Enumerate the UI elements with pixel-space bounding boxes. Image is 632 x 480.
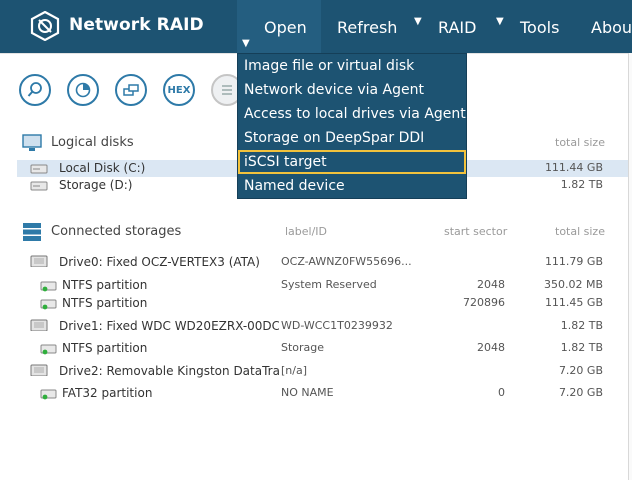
partition-row[interactable]: NTFS partition System Reserved 2048 350.02 … — [17, 277, 629, 294]
hex-button[interactable]: HEX — [163, 74, 195, 106]
hard-drive-icon — [30, 255, 48, 267]
col-label-id: label/ID — [285, 225, 328, 238]
start-sector: 2048 — [477, 278, 505, 291]
drive-row[interactable]: Drive1: Fixed WDC WD20EZRX-00DC... WD-WCC… — [17, 318, 629, 335]
dropdown-item-named-device[interactable]: Named device — [238, 174, 466, 198]
label-id: WD-WCC1T0239932 — [281, 319, 393, 332]
label-id: OCZ-AWNZ0FW55696... — [281, 255, 412, 268]
col-total-size: total size — [555, 136, 605, 149]
dropdown-item-image-file[interactable]: Image file or virtual disk — [238, 54, 466, 78]
hard-disk-icon — [30, 164, 48, 174]
caret-down-icon[interactable]: ▼ — [414, 16, 422, 27]
disk-name: Local Disk (C:) — [59, 161, 146, 175]
drive-name: Drive2: Removable Kingston DataTrav... — [59, 364, 279, 378]
start-sector: 0 — [498, 386, 505, 399]
connected-storages-header: Connected storages label/ID start sector… — [0, 220, 632, 244]
disk-scan-button[interactable] — [67, 74, 99, 106]
search-button[interactable] — [19, 74, 51, 106]
label-id: NO NAME — [281, 386, 334, 399]
dropdown-item-deepspar[interactable]: Storage on DeepSpar DDI — [238, 126, 466, 150]
col-total-size: total size — [555, 225, 605, 238]
hard-drive-icon — [30, 364, 48, 376]
network-raid-logo-icon — [30, 11, 60, 41]
menu-open-label: Open — [264, 18, 307, 37]
monitor-icon — [22, 134, 42, 151]
menu-raid[interactable]: RAID — [438, 0, 488, 53]
menu-refresh-label: Refresh — [337, 18, 398, 37]
list-icon — [222, 85, 232, 95]
total-size: 350.02 MB — [543, 278, 603, 291]
menu-about[interactable]: About — [591, 0, 632, 53]
partition-name: NTFS partition — [62, 341, 148, 355]
total-size: 1.82 TB — [560, 341, 603, 354]
drive-name: Drive0: Fixed OCZ-VERTEX3 (ATA) — [59, 255, 260, 269]
open-dropdown-menu: Image file or virtual disk Network devic… — [237, 53, 467, 199]
partition-icon — [40, 299, 57, 310]
drive-row[interactable]: Drive2: Removable Kingston DataTrav... [n… — [17, 363, 629, 380]
label-id: Storage — [281, 341, 325, 354]
partition-icon — [40, 344, 57, 355]
menu-about-label: About — [591, 18, 632, 37]
drive-row[interactable]: Drive0: Fixed OCZ-VERTEX3 (ATA) OCZ-AWNZ0… — [17, 254, 629, 271]
total-size: 7.20 GB — [558, 364, 603, 377]
partition-row[interactable]: NTFS partition 720896 111.45 GB — [17, 295, 629, 312]
menu-tools[interactable]: Tools — [520, 0, 580, 53]
total-size: 111.79 GB — [544, 255, 603, 268]
partition-row[interactable]: FAT32 partition NO NAME 0 7.20 GB — [17, 385, 629, 402]
copy-icon — [123, 84, 139, 96]
total-size: 111.45 GB — [544, 296, 603, 309]
logical-disks-title: Logical disks — [51, 135, 134, 150]
dropdown-item-local-drives-agent[interactable]: Access to local drives via Agent — [238, 102, 466, 126]
partition-icon — [40, 389, 57, 400]
partition-name: NTFS partition — [62, 278, 148, 292]
partition-name: FAT32 partition — [62, 386, 153, 400]
caret-down-icon[interactable]: ▼ — [496, 16, 504, 27]
total-size: 7.20 GB — [558, 386, 603, 399]
partition-name: NTFS partition — [62, 296, 148, 310]
dropdown-item-iscsi-target[interactable]: iSCSI target — [238, 150, 466, 174]
menu-open[interactable]: ▼ Open — [237, 0, 321, 53]
label-id: [n/a] — [281, 364, 308, 377]
server-stack-icon — [23, 223, 41, 241]
start-sector: 720896 — [463, 296, 505, 309]
partition-row[interactable]: NTFS partition Storage 2048 1.82 TB — [17, 340, 629, 357]
search-icon — [27, 82, 42, 97]
hard-drive-icon — [30, 319, 48, 331]
start-sector: 2048 — [477, 341, 505, 354]
copy-button[interactable] — [115, 74, 147, 106]
dropdown-item-network-device[interactable]: Network device via Agent — [238, 78, 466, 102]
menu-raid-label: RAID — [438, 18, 477, 37]
menu-tools-label: Tools — [520, 18, 560, 37]
drive-name: Drive1: Fixed WDC WD20EZRX-00DC... — [59, 319, 279, 333]
col-start-sector: start sector — [444, 225, 508, 238]
hard-disk-icon — [30, 181, 48, 191]
label-id: System Reserved — [281, 278, 377, 291]
connected-storages-title: Connected storages — [51, 224, 182, 239]
app-title: Network RAID — [69, 15, 204, 35]
disk-name: Storage (D:) — [59, 178, 133, 192]
disk-size: 111.44 GB — [544, 161, 603, 174]
disk-size: 1.82 TB — [560, 178, 603, 191]
total-size: 1.82 TB — [560, 319, 603, 332]
top-menu-bar: Network RAID ▼ Open Refresh ▼ RAID ▼ Too… — [0, 0, 632, 53]
menu-refresh[interactable]: Refresh — [337, 0, 417, 53]
disk-scan-icon — [75, 82, 91, 98]
partition-icon — [40, 281, 57, 292]
hex-icon: HEX — [167, 84, 191, 96]
